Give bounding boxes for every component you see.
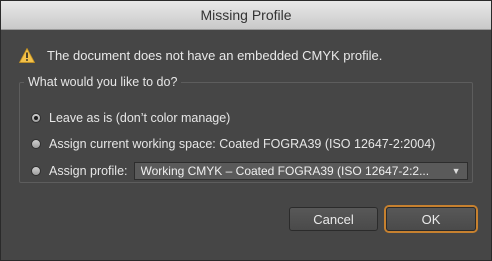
warning-text: The document does not have an embedded C…	[47, 48, 383, 63]
ok-button-label: OK	[421, 211, 441, 227]
option-leave-as-is[interactable]: Leave as is (don’t color manage)	[31, 111, 230, 125]
option-assign-working-space[interactable]: Assign current working space: Coated FOG…	[31, 137, 435, 151]
cancel-button[interactable]: Cancel	[289, 207, 378, 231]
missing-profile-dialog: Missing Profile The document does not ha…	[0, 0, 492, 261]
option-leave-as-is-label: Leave as is (don’t color manage)	[49, 111, 231, 125]
radio-assign-working-space[interactable]	[31, 139, 41, 149]
ok-button[interactable]: OK	[386, 207, 476, 231]
chevron-down-icon: ▼	[451, 166, 461, 176]
profile-select[interactable]: Working CMYK – Coated FOGRA39 (ISO 12647…	[133, 162, 468, 180]
cancel-button-label: Cancel	[313, 211, 354, 227]
option-assign-profile-label: Assign profile:	[49, 164, 128, 178]
window-title: Missing Profile	[200, 7, 292, 23]
warning-message: The document does not have an embedded C…	[19, 48, 382, 63]
title-bar[interactable]: Missing Profile	[1, 1, 491, 30]
warning-icon	[19, 48, 35, 63]
radio-leave-as-is[interactable]	[31, 113, 41, 123]
radio-assign-profile[interactable]	[31, 166, 41, 176]
profile-select-value: Working CMYK – Coated FOGRA39 (ISO 12647…	[140, 164, 430, 178]
options-legend: What would you like to do?	[28, 75, 178, 89]
options-group: What would you like to do? Leave as is (…	[19, 75, 473, 183]
option-assign-profile[interactable]: Assign profile: Working CMYK – Coated FO…	[31, 162, 468, 180]
option-assign-working-space-label: Assign current working space: Coated FOG…	[49, 137, 436, 151]
